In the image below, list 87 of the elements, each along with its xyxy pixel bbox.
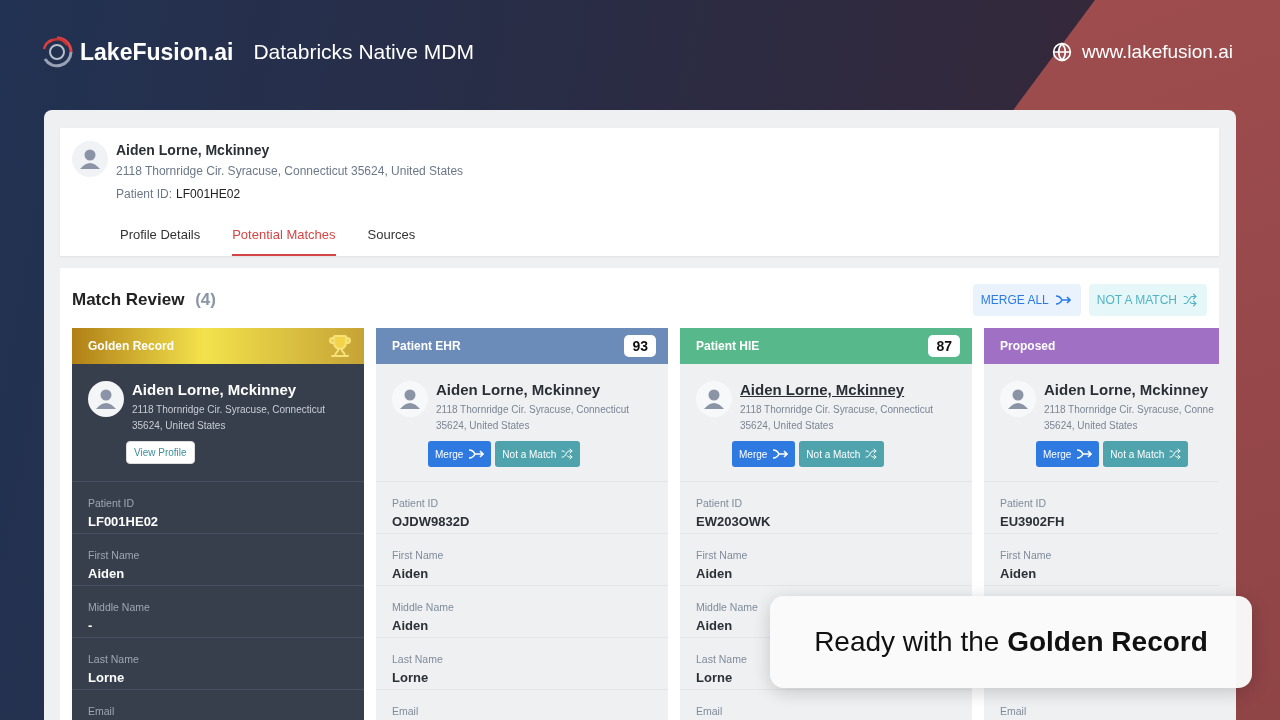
callout-toast: Ready with the Golden Record <box>770 596 1252 688</box>
logo-icon <box>40 35 74 69</box>
field-label: First Name <box>696 549 748 561</box>
merge-arrow-icon <box>772 449 789 459</box>
avatar-icon <box>72 141 108 177</box>
record-name: Aiden Lorne, Mckinney <box>740 381 905 398</box>
card-title: Golden Record <box>88 339 174 353</box>
patient-id-label: Patient ID: <box>116 187 173 201</box>
merge-button[interactable]: Merge <box>732 441 796 467</box>
field-label: Email <box>1000 705 1027 717</box>
record-address: 2118 Thornridge Cir. Syracuse, Connecticut <box>436 403 630 417</box>
field-label: Patient ID <box>88 497 135 509</box>
record-address: 2118 Thornridge Cir. Syracuse, Conne <box>1044 403 1214 417</box>
shuffle-icon <box>865 448 878 460</box>
patient-id-value: LF001HE02 <box>176 187 241 201</box>
brand-name: LakeFusion.ai <box>80 38 234 66</box>
avatar-icon <box>1000 381 1036 417</box>
record-address: 35624, United States <box>1044 419 1139 433</box>
field-value: EW203OWK <box>696 514 771 529</box>
record-name: Aiden Lorne, Mckinney <box>436 381 601 398</box>
field-label: Middle Name <box>392 601 454 613</box>
field-value: LF001HE02 <box>88 514 159 529</box>
record-address: 2118 Thornridge Cir. Syracuse, Connecticut <box>132 403 326 417</box>
not-a-match-button[interactable]: NOT A MATCH <box>1088 284 1207 316</box>
match-score: 87 <box>928 335 960 357</box>
record-address: 35624, United States <box>436 419 531 433</box>
merge-arrow-icon <box>1076 449 1093 459</box>
card-title: Patient HIE <box>696 339 760 353</box>
field-value: Aiden <box>392 566 429 581</box>
field-value: Aiden <box>696 566 733 581</box>
field-value: EU3902FH <box>1000 514 1065 529</box>
field-label: First Name <box>392 549 444 561</box>
avatar-icon <box>88 381 124 417</box>
section-title: Match Review (4) <box>72 290 217 310</box>
trophy-icon <box>328 334 352 358</box>
merge-arrow-icon <box>468 449 485 459</box>
field-label: Patient ID <box>392 497 439 509</box>
avatar-icon <box>392 381 428 417</box>
record-address: 35624, United States <box>740 419 835 433</box>
shuffle-icon <box>561 448 574 460</box>
tab[interactable]: Sources <box>367 227 416 256</box>
field-label: Middle Name <box>88 601 150 613</box>
field-value: Aiden <box>1000 566 1037 581</box>
record-name: Aiden Lorne, Mckinney <box>1044 381 1209 398</box>
not-a-match-button[interactable]: Not a Match <box>799 441 885 467</box>
field-value: Lorne <box>696 670 733 685</box>
field-label: Middle Name <box>696 601 758 613</box>
not-a-match-button[interactable]: Not a Match <box>495 441 581 467</box>
merge-arrow-icon <box>1054 295 1071 305</box>
shuffle-icon <box>1169 448 1182 460</box>
field-label: Patient ID <box>1000 497 1047 509</box>
field-value: OJDW9832D <box>392 514 470 529</box>
avatar-icon <box>696 381 732 417</box>
field-label: Last Name <box>88 653 139 665</box>
field-label: Email <box>696 705 723 717</box>
merge-button[interactable]: Merge <box>428 441 492 467</box>
record-name: Aiden Lorne, Mckinney <box>132 381 297 398</box>
field-label: Patient ID <box>696 497 743 509</box>
merge-all-button[interactable]: MERGE ALL <box>972 284 1081 316</box>
record-address: 2118 Thornridge Cir. Syracuse, Connecticut <box>740 403 934 417</box>
field-label: Email <box>88 705 115 717</box>
match-score: 93 <box>624 335 656 357</box>
view-profile-button[interactable]: View Profile <box>126 441 195 464</box>
globe-icon <box>1051 42 1072 62</box>
field-value: Lorne <box>392 670 429 685</box>
website-link[interactable]: www.lakefusion.ai <box>1081 41 1233 63</box>
field-value: Aiden <box>696 618 733 633</box>
field-label: Last Name <box>392 653 443 665</box>
field-value: Aiden <box>392 618 429 633</box>
tab[interactable]: Potential Matches <box>232 227 336 256</box>
field-label: Email <box>392 705 419 717</box>
tab[interactable]: Profile Details <box>120 227 201 256</box>
shuffle-icon <box>1183 293 1197 307</box>
field-value: Lorne <box>88 670 125 685</box>
field-label: Last Name <box>696 653 747 665</box>
not-a-match-button[interactable]: Not a Match <box>1103 441 1189 467</box>
field-label: First Name <box>1000 549 1052 561</box>
tagline: Databricks Native MDM <box>253 40 475 64</box>
field-label: First Name <box>88 549 140 561</box>
card-title: Patient EHR <box>392 339 461 353</box>
merge-button[interactable]: Merge <box>1036 441 1100 467</box>
card-title: Proposed <box>1000 339 1056 353</box>
patient-address: 2118 Thornridge Cir. Syracuse, Connecticut 35624, United States <box>116 164 464 178</box>
record-address: 35624, United States <box>132 419 227 433</box>
field-value: - <box>88 618 93 633</box>
patient-name: Aiden Lorne, Mckinney <box>116 142 271 158</box>
field-value: Aiden <box>88 566 125 581</box>
